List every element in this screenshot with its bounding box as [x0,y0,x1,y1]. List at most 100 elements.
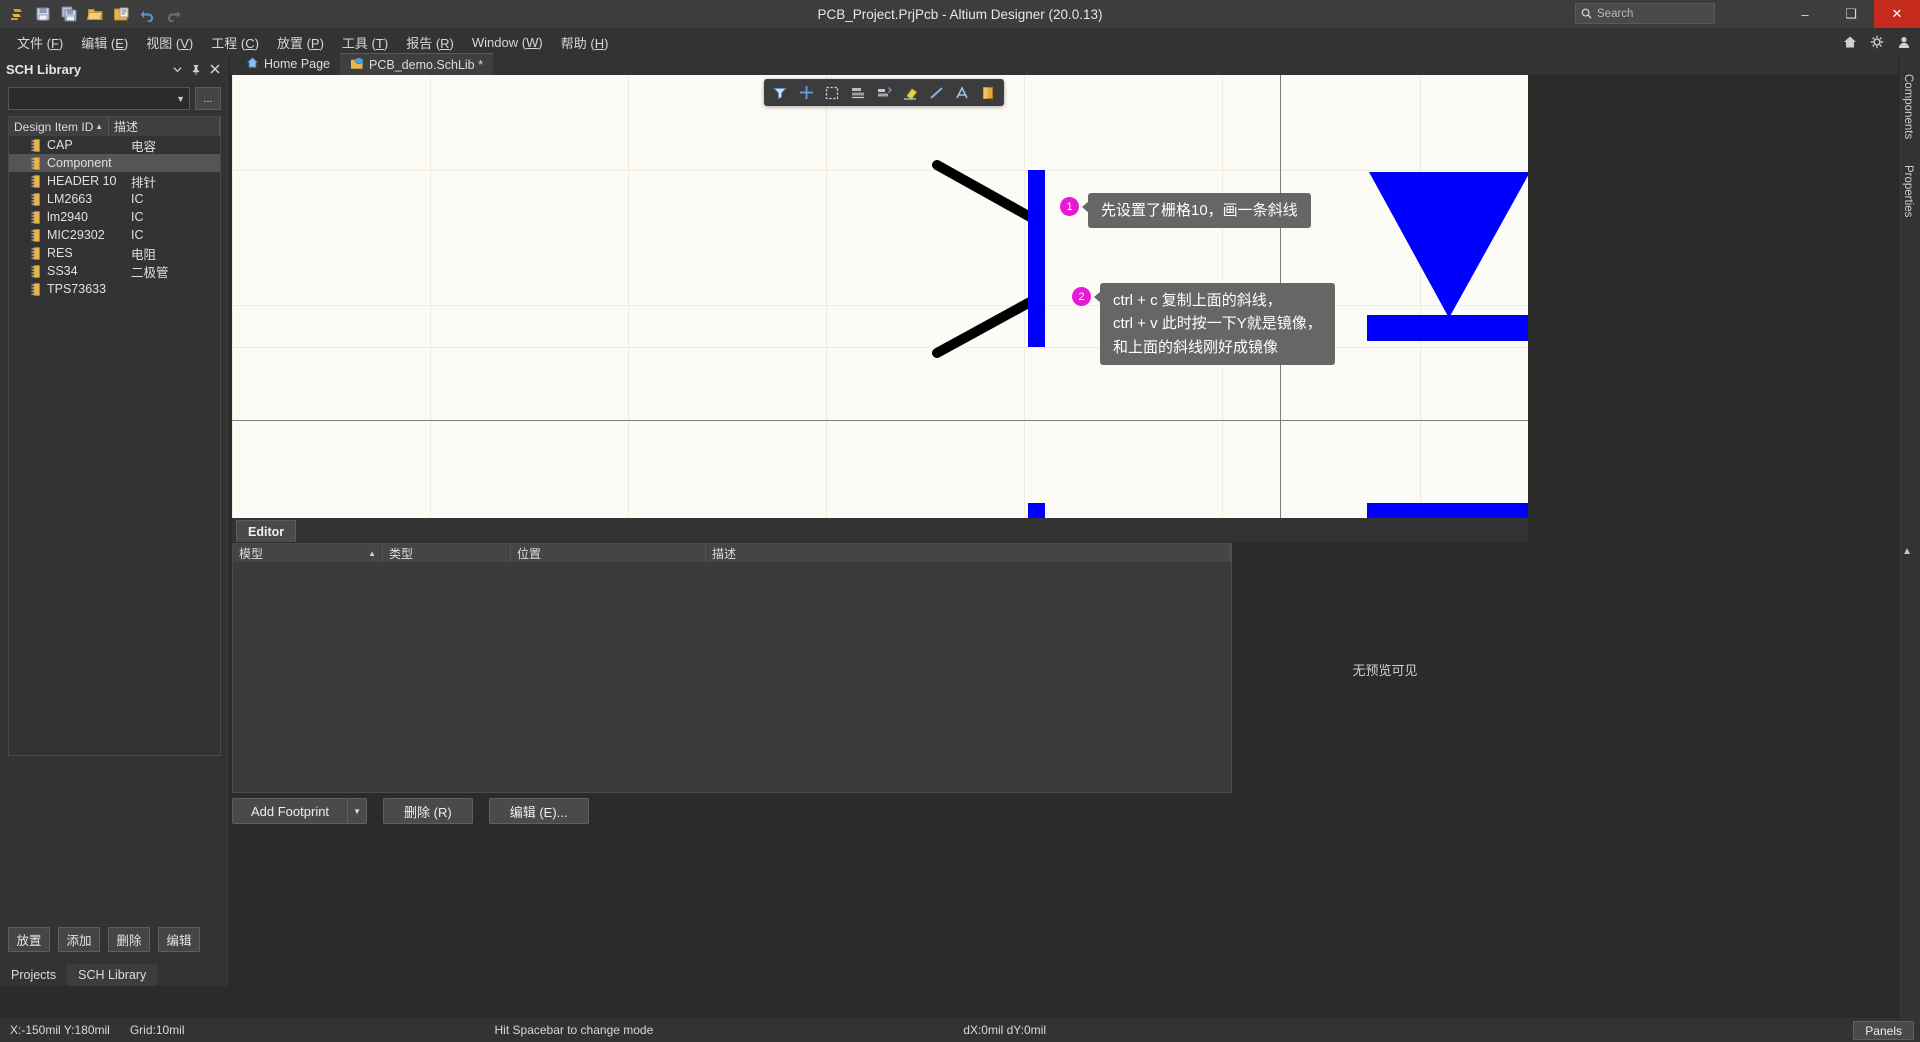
open-project-icon[interactable] [110,3,132,25]
list-item-description: IC [131,210,144,224]
list-item[interactable]: lm2940 IC [9,208,220,226]
selection-box-icon[interactable] [820,81,844,104]
delete-model-button[interactable]: 删除 (R) [383,798,473,824]
component-icon [31,138,40,152]
search-input[interactable]: Search [1575,3,1715,24]
filter-icon[interactable] [768,81,792,104]
component-icon [31,246,40,260]
color-icon[interactable] [976,81,1000,104]
edit-model-button[interactable]: 编辑 (E)... [488,798,589,824]
tab-editor[interactable]: Editor [236,520,297,542]
list-item[interactable]: MIC29302 IC [9,226,220,244]
component-icon [31,228,40,242]
list-item-id: HEADER 10 [47,174,117,188]
gear-icon[interactable] [1869,34,1885,50]
add-footprint-button[interactable]: Add Footprint [232,798,349,824]
panel-action-buttons: 放置 添加 删除 编辑 [8,927,200,952]
list-item[interactable]: TPS73633 [9,280,220,298]
component-icon [31,174,40,188]
grid-header: Design Item ID ▲ 描述 [9,117,220,136]
right-dock-tabs: Components Properties [1898,56,1920,1022]
schematic-canvas[interactable]: 1 先设置了栅格10，画一条斜线 2 ctrl + c 复制上面的斜线， ctr… [232,75,1528,518]
library-select[interactable]: ▼ [8,87,190,110]
delete-button[interactable]: 删除 [108,927,150,952]
add-button[interactable]: 添加 [58,927,100,952]
close-icon[interactable] [207,61,223,77]
chevron-down-icon[interactable] [169,61,185,77]
crosshair-icon[interactable] [794,81,818,104]
list-item-description: 二极管 [131,265,169,280]
annotation-badge: 2 [1072,287,1091,306]
panels-button[interactable]: Panels [1853,1021,1914,1040]
arrange-icon[interactable] [872,81,896,104]
component-icon [31,210,40,224]
list-item[interactable]: LM2663 IC [9,190,220,208]
vtab-properties[interactable]: Properties [1899,157,1917,225]
menu-window[interactable]: Window (W) [463,31,552,54]
maximize-button[interactable]: ❑ [1828,0,1874,28]
column-design-item-id[interactable]: Design Item ID ▲ [9,117,109,136]
component-icon [31,192,40,206]
column-model[interactable]: 模型 ▲ [233,544,383,562]
component-icon [31,264,40,278]
model-preview-empty-text: 无预览可见 [1352,663,1418,678]
list-item[interactable]: HEADER 10 排针 [9,172,220,190]
home-icon[interactable] [1842,34,1858,50]
grid-body: CAP 电容 Component HEADER 10 排针 LM2663 IC lm2940 I… [9,136,220,298]
minimize-button[interactable]: – [1782,0,1828,28]
text-icon[interactable] [950,81,974,104]
open-icon[interactable] [84,3,106,25]
tab-sch-library[interactable]: SCH Library [67,964,158,986]
library-filter-row: ▼ ... [0,82,229,114]
undo-icon[interactable] [136,3,158,25]
column-description[interactable]: 描述 [109,117,220,136]
schlib-icon [350,57,364,73]
collapse-chevron-icon[interactable]: ▲ [1902,546,1912,557]
search-placeholder: Search [1597,7,1634,20]
user-icon[interactable] [1896,34,1912,50]
place-button[interactable]: 放置 [8,927,50,952]
library-browse-button[interactable]: ... [195,87,221,110]
sort-ascending-icon: ▲ [368,548,376,558]
document-tab-bar: Home Page PCB_demo.SchLib * [230,52,1898,75]
line-icon[interactable] [924,81,948,104]
eraser-icon[interactable] [898,81,922,104]
list-item[interactable]: CAP 电容 [9,136,220,154]
column-description[interactable]: 描述 [706,544,1231,562]
list-item[interactable]: Component [9,154,220,172]
search-icon [1581,8,1592,19]
list-item-id: TPS73633 [47,282,107,296]
model-table: 模型 ▲ 类型 位置 描述 [232,543,1232,793]
component-bar-small-lower [1028,503,1045,518]
vtab-components[interactable]: Components [1899,66,1917,147]
panel-header: SCH Library [0,56,229,82]
component-diagonal-line-bottom [932,296,1037,358]
window-controls: – ❑ ✕ [1782,0,1920,28]
list-item[interactable]: SS34 二极管 [9,262,220,280]
home-icon [246,56,259,72]
annotation-text: 先设置了栅格10，画一条斜线 [1082,193,1311,229]
save-icon[interactable] [32,3,54,25]
tab-home-page[interactable]: Home Page [236,53,340,75]
column-location[interactable]: 位置 [511,544,706,562]
altium-logo-icon[interactable] [6,3,28,25]
model-table-body[interactable] [233,562,1231,792]
pin-icon[interactable] [188,61,204,77]
column-type[interactable]: 类型 [383,544,511,562]
annotation-callout-2: 2 ctrl + c 复制上面的斜线， ctrl + v 此时按一下Y就是镜像，… [1072,283,1335,365]
list-item-id: MIC29302 [47,228,105,242]
menu-file[interactable]: 文件 (F) [8,29,72,56]
close-button[interactable]: ✕ [1874,0,1920,28]
menu-edit[interactable]: 编辑 (E) [72,29,137,56]
list-item-id: CAP [47,138,73,152]
save-all-icon[interactable] [58,3,80,25]
align-icon[interactable] [846,81,870,104]
edit-button[interactable]: 编辑 [158,927,200,952]
chevron-down-icon[interactable]: ▼ [348,798,368,824]
menu-view[interactable]: 视图 (V) [137,29,202,56]
tab-pcb-demo-schlib[interactable]: PCB_demo.SchLib * [340,53,493,75]
quick-access-toolbar [0,3,184,25]
list-item[interactable]: RES 电阻 [9,244,220,262]
canvas-origin-horizontal-axis [232,420,1528,421]
tab-projects[interactable]: Projects [0,964,67,986]
